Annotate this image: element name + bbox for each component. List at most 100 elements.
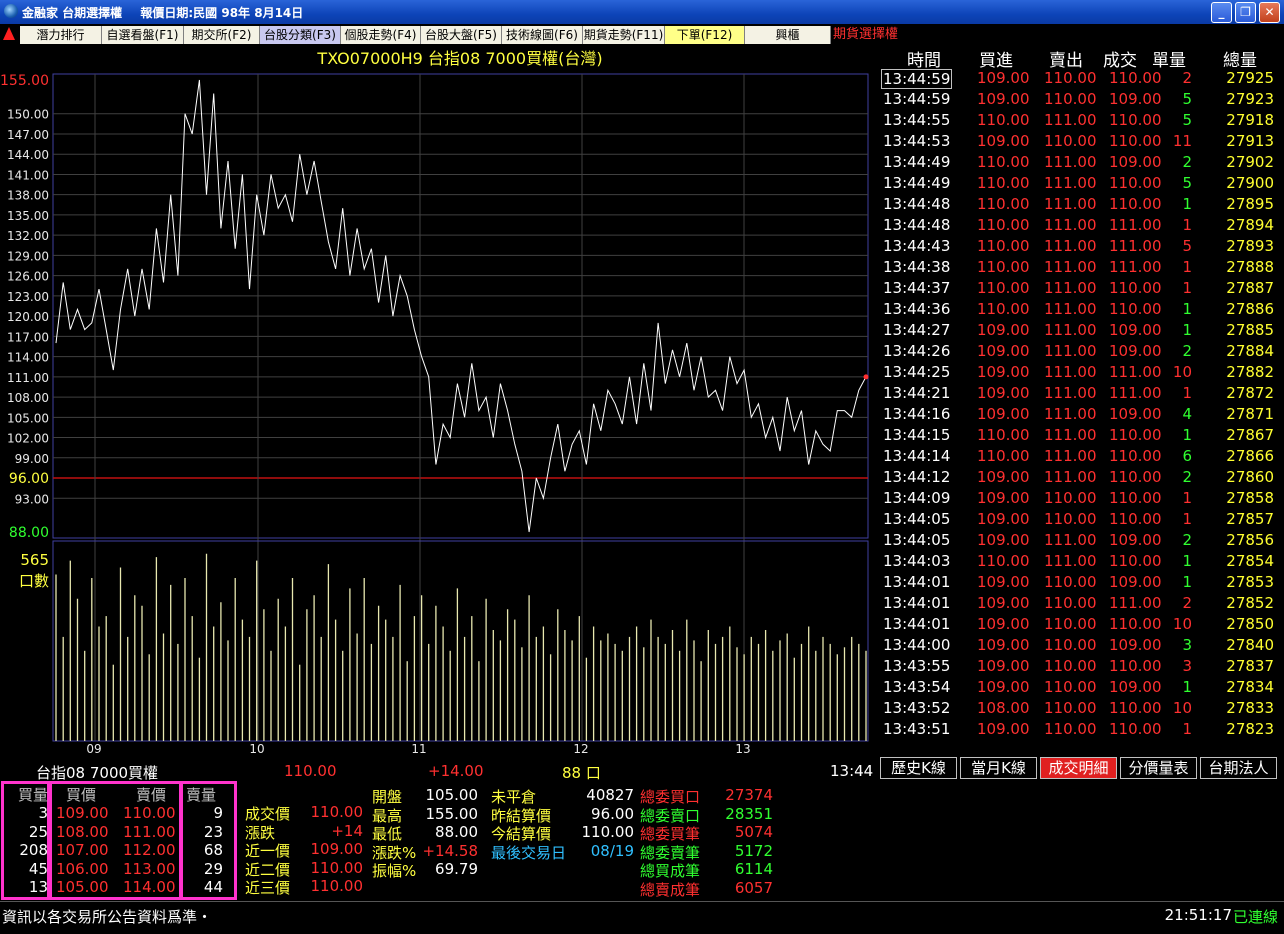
tick-bid: 109.00 <box>977 594 1030 612</box>
ob-bid-price[interactable]: 107.00 <box>56 841 109 859</box>
tick-trade: 110.00 <box>1109 615 1162 633</box>
ob-ask-price[interactable]: 110.00 <box>123 804 176 822</box>
tick-volume: 3 <box>1182 636 1192 654</box>
table-row[interactable]: 13:44:03 110.00 111.00 110.00 1 27854 <box>879 551 1284 572</box>
tick-bid: 109.00 <box>977 90 1030 108</box>
status-bar: 資訊以各交易所公告資料爲準・ 21:51:17 已連線 <box>0 901 1284 934</box>
tick-ask: 110.00 <box>1044 699 1097 717</box>
close-icon[interactable]: ✕ <box>1259 2 1280 23</box>
ob-bid-qty[interactable]: 25 <box>4 823 48 841</box>
ob-bid-price[interactable]: 108.00 <box>56 823 109 841</box>
table-row[interactable]: 13:44:01 109.00 110.00 110.00 10 27850 <box>879 614 1284 635</box>
table-row[interactable]: 13:44:09 109.00 110.00 110.00 1 27858 <box>879 488 1284 509</box>
quote-mid-4-label: 振幅% <box>372 862 417 880</box>
x-tick-label: 13 <box>735 742 750 756</box>
table-row[interactable]: 13:44:01 109.00 110.00 111.00 2 27852 <box>879 593 1284 614</box>
futures-options-label[interactable]: 期貨選擇權 <box>833 26 898 44</box>
tick-trade: 110.00 <box>1109 447 1162 465</box>
table-row[interactable]: 13:44:48 110.00 111.00 110.00 1 27895 <box>879 194 1284 215</box>
ob-ask-qty[interactable]: 44 <box>183 878 223 896</box>
tab-trade-detail[interactable]: 成交明細 <box>1040 757 1117 779</box>
tab-futures-exchange[interactable]: 期交所(F2) <box>184 26 260 44</box>
ob-ask-qty[interactable]: 68 <box>183 841 223 859</box>
ob-ask-price[interactable]: 113.00 <box>123 860 176 878</box>
tab-stock-trend[interactable]: 個股走勢(F4) <box>341 26 421 44</box>
tick-volume: 1 <box>1182 300 1192 318</box>
tick-ask: 111.00 <box>1044 363 1097 381</box>
y-tick-label: 117.00 <box>7 330 49 344</box>
table-row[interactable]: 13:44:05 109.00 111.00 109.00 2 27856 <box>879 530 1284 551</box>
up-arrow-icon[interactable] <box>3 27 15 40</box>
ob-ask-qty[interactable]: 29 <box>183 860 223 878</box>
table-row[interactable]: 13:44:00 109.00 110.00 109.00 3 27840 <box>879 635 1284 656</box>
ob-bid-qty[interactable]: 208 <box>4 841 48 859</box>
tick-total: 27867 <box>1226 426 1274 444</box>
tab-month-kline[interactable]: 當月K線 <box>960 757 1037 779</box>
tick-total: 27925 <box>1226 69 1274 87</box>
tick-volume: 5 <box>1182 90 1192 108</box>
tick-total: 27888 <box>1226 258 1274 276</box>
ob-bid-qty[interactable]: 13 <box>4 878 48 896</box>
table-row[interactable]: 13:44:14 110.00 111.00 110.00 6 27866 <box>879 446 1284 467</box>
table-row[interactable]: 13:44:59 109.00 110.00 109.00 5 27923 <box>879 89 1284 110</box>
ob-bid-qty[interactable]: 3 <box>4 804 48 822</box>
tab-market-index[interactable]: 台股大盤(F5) <box>421 26 502 44</box>
restore-icon[interactable]: ❐ <box>1235 2 1256 23</box>
table-row[interactable]: 13:44:48 110.00 111.00 111.00 1 27894 <box>879 215 1284 236</box>
ob-ask-price[interactable]: 112.00 <box>123 841 176 859</box>
table-row[interactable]: 13:44:12 109.00 111.00 110.00 2 27860 <box>879 467 1284 488</box>
minimize-icon[interactable]: _ <box>1211 2 1232 23</box>
tab-futures-trend[interactable]: 期貨走勢(F11) <box>583 26 665 44</box>
table-row[interactable]: 13:44:01 109.00 110.00 109.00 1 27853 <box>879 572 1284 593</box>
table-row[interactable]: 13:44:55 110.00 111.00 110.00 5 27918 <box>879 110 1284 131</box>
table-row[interactable]: 13:44:21 109.00 111.00 111.00 1 27872 <box>879 383 1284 404</box>
ob-ask-qty[interactable]: 23 <box>183 823 223 841</box>
table-row[interactable]: 13:44:49 110.00 111.00 109.00 2 27902 <box>879 152 1284 173</box>
tick-trade: 110.00 <box>1109 279 1162 297</box>
table-row[interactable]: 13:44:43 110.00 111.00 111.00 5 27893 <box>879 236 1284 257</box>
tab-potential-ranking[interactable]: 潛力排行 <box>20 26 102 44</box>
ob-bid-price[interactable]: 109.00 <box>56 804 109 822</box>
tab-institutional[interactable]: 台期法人 <box>1200 757 1277 779</box>
table-row[interactable]: 13:44:38 110.00 111.00 111.00 1 27888 <box>879 257 1284 278</box>
tick-bid: 109.00 <box>977 468 1030 486</box>
table-row[interactable]: 13:43:55 109.00 110.00 110.00 3 27837 <box>879 656 1284 677</box>
ob-bid-price[interactable]: 106.00 <box>56 860 109 878</box>
tick-bid: 110.00 <box>977 237 1030 255</box>
ob-bid-price[interactable]: 105.00 <box>56 878 109 896</box>
y-tick-label: 135.00 <box>7 209 49 223</box>
tab-stock-category[interactable]: 台股分類(F3) <box>260 26 341 44</box>
table-row[interactable]: 13:44:53 109.00 110.00 110.00 11 27913 <box>879 131 1284 152</box>
table-row[interactable]: 13:44:05 109.00 110.00 110.00 1 27857 <box>879 509 1284 530</box>
table-row[interactable]: 13:44:49 110.00 111.00 110.00 5 27900 <box>879 173 1284 194</box>
tick-ask: 110.00 <box>1044 90 1097 108</box>
tick-trade: 110.00 <box>1109 720 1162 738</box>
ob-ask-price[interactable]: 111.00 <box>123 823 176 841</box>
table-row[interactable]: 13:44:37 110.00 111.00 110.00 1 27887 <box>879 278 1284 299</box>
ob-header-ask-qty: 賣量 <box>186 786 217 804</box>
table-row[interactable]: 13:44:59 109.00 110.00 110.00 2 27925 <box>879 68 1284 89</box>
tick-trade: 109.00 <box>1109 90 1162 108</box>
table-row[interactable]: 13:44:16 109.00 111.00 109.00 4 27871 <box>879 404 1284 425</box>
table-row[interactable]: 13:44:36 110.00 111.00 110.00 1 27886 <box>879 299 1284 320</box>
quote-mid-1-value: 155.00 <box>425 804 479 823</box>
table-row[interactable]: 13:44:25 109.00 111.00 111.00 10 27882 <box>879 362 1284 383</box>
tab-technical-chart[interactable]: 技術線圖(F6) <box>502 26 583 44</box>
ob-ask-price[interactable]: 114.00 <box>123 878 176 896</box>
tab-order[interactable]: 下單(F12) <box>665 26 745 44</box>
tab-emerging-stock[interactable]: 興櫃 <box>745 26 831 44</box>
tab-watchlist[interactable]: 自選看盤(F1) <box>102 26 184 44</box>
tab-history-kline[interactable]: 歷史K線 <box>880 757 957 779</box>
table-row[interactable]: 13:43:51 109.00 110.00 110.00 1 27823 <box>879 719 1284 740</box>
price-volume-chart[interactable]: TXO07000H9 台指08 7000買權(台灣) 155.00 150.00 14… <box>0 46 878 781</box>
table-row[interactable]: 13:44:26 109.00 111.00 109.00 2 27884 <box>879 341 1284 362</box>
table-row[interactable]: 13:44:27 109.00 111.00 109.00 1 27885 <box>879 320 1284 341</box>
table-row[interactable]: 13:44:15 110.00 111.00 110.00 1 27867 <box>879 425 1284 446</box>
table-row[interactable]: 13:43:52 108.00 110.00 110.00 10 27833 <box>879 698 1284 719</box>
ob-bid-qty[interactable]: 45 <box>4 860 48 878</box>
tab-price-volume[interactable]: 分價量表 <box>1120 757 1197 779</box>
tick-volume: 1 <box>1182 279 1192 297</box>
tick-trade: 110.00 <box>1109 426 1162 444</box>
table-row[interactable]: 13:43:54 109.00 110.00 109.00 1 27834 <box>879 677 1284 698</box>
ob-ask-qty[interactable]: 9 <box>183 804 223 822</box>
